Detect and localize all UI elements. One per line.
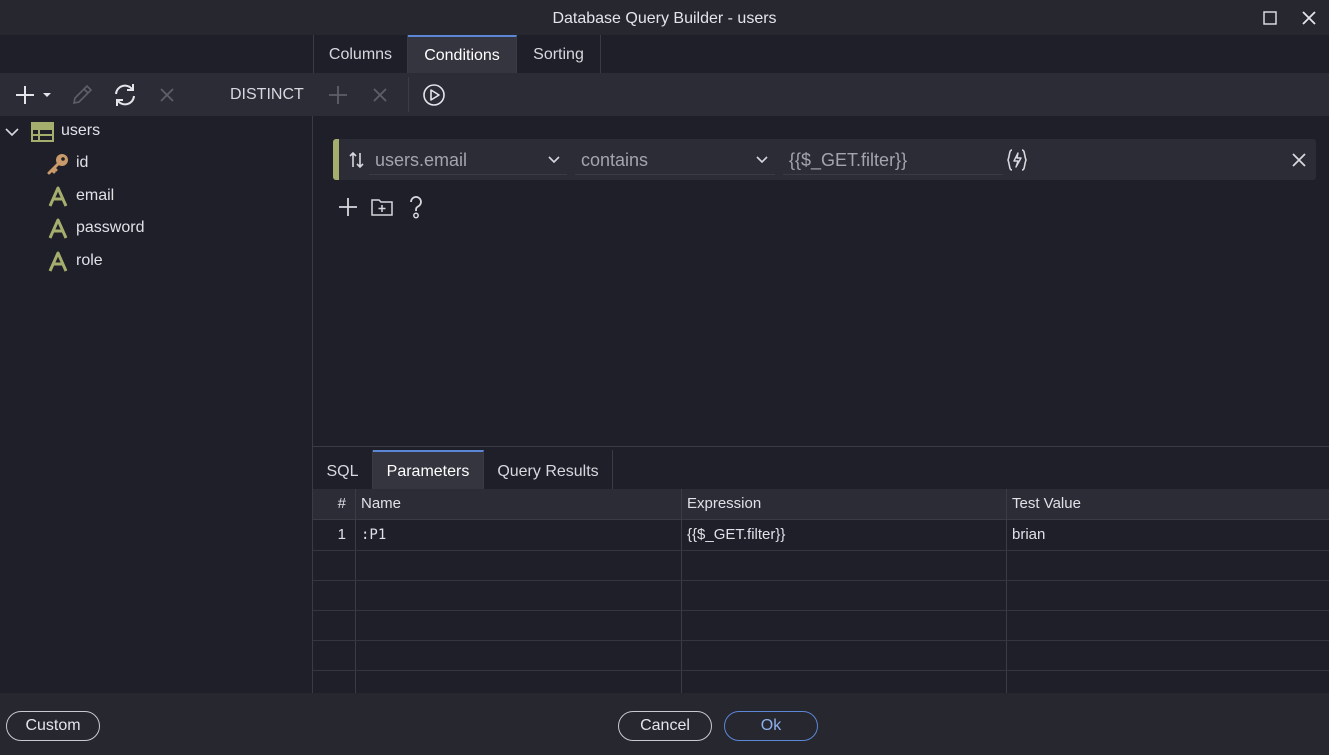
tree-column-role[interactable]: role: [0, 246, 313, 278]
condition-row[interactable]: users.email contains {{$_GET.filter}}: [333, 139, 1316, 180]
delete-condition-toolbar-button[interactable]: [367, 81, 393, 109]
dialog-footer: Custom Cancel Ok: [0, 693, 1329, 755]
row-divider: [313, 640, 1329, 641]
condition-column-value: users.email: [375, 150, 468, 170]
dynamic-data-icon: [1007, 149, 1027, 171]
header-expression: Expression: [687, 495, 762, 512]
parameters-table: # Name Expression Test Value 1 :P1 {{$_G…: [313, 489, 1329, 693]
bottom-tabs: SQL Parameters Query Results: [313, 446, 1329, 490]
conditions-panel: users.email contains {{$_GET.filter}}: [313, 116, 1329, 446]
distinct-toggle[interactable]: DISTINCT: [230, 73, 304, 116]
header-index: #: [337, 495, 346, 512]
close-button[interactable]: [1297, 6, 1321, 30]
tree-table-label: users: [61, 122, 101, 139]
plus-icon: [16, 86, 51, 104]
tree-column-label: id: [76, 154, 89, 171]
tree-column-id[interactable]: id: [0, 148, 313, 180]
row-divider: [313, 610, 1329, 611]
tab-conditions[interactable]: Conditions: [408, 35, 517, 73]
header-test-value: Test Value: [1012, 495, 1081, 512]
maximize-icon: [1263, 11, 1277, 25]
condition-operator-select[interactable]: contains: [575, 143, 775, 175]
chevron-down-icon: [548, 156, 560, 164]
help-icon[interactable]: [405, 194, 427, 220]
condition-operator-value: contains: [581, 150, 649, 170]
tree-column-email[interactable]: email: [0, 181, 313, 213]
refresh-icon: [115, 84, 135, 106]
drag-handle-icon: [349, 151, 364, 169]
condition-column-select[interactable]: users.email: [369, 143, 567, 175]
row-divider: [313, 580, 1329, 581]
window-title: Database Query Builder - users: [552, 10, 777, 27]
add-condition-icon[interactable]: [337, 196, 359, 218]
tree-column-label: password: [76, 219, 145, 236]
pencil-icon: [72, 84, 93, 105]
row-divider: [313, 550, 1329, 551]
chevron-down-icon: [43, 93, 51, 97]
tree-column-label: role: [76, 252, 103, 269]
plus-icon: [329, 86, 347, 104]
tab-sql[interactable]: SQL: [313, 450, 373, 490]
remove-button[interactable]: [154, 81, 180, 109]
tree-table-node[interactable]: users: [0, 116, 313, 148]
row-divider: [313, 670, 1329, 671]
column-divider: [1006, 489, 1007, 693]
title-bar: Database Query Builder - users: [0, 0, 1329, 35]
cancel-button[interactable]: Cancel: [618, 711, 712, 741]
text-type-icon: [48, 251, 68, 272]
maximize-button[interactable]: [1258, 6, 1282, 30]
row-index: 1: [337, 526, 346, 543]
tree-column-label: email: [76, 187, 115, 204]
add-dropdown-button[interactable]: [12, 81, 56, 109]
key-icon: [47, 154, 68, 175]
schema-tree: users id email password role: [0, 116, 313, 693]
header-name: Name: [361, 495, 402, 512]
run-query-button[interactable]: [420, 81, 448, 109]
top-tabs: Columns Conditions Sorting: [313, 35, 1329, 73]
play-circle-icon: [423, 84, 445, 106]
close-icon: [160, 88, 174, 102]
table-icon: [31, 122, 54, 142]
condition-value-input[interactable]: {{$_GET.filter}}: [783, 143, 1003, 175]
toolbar: DISTINCT: [0, 73, 1329, 116]
chevron-down-icon: [5, 128, 19, 137]
tab-sorting[interactable]: Sorting: [517, 35, 601, 73]
tree-header: [0, 35, 313, 73]
row-expression[interactable]: {{$_GET.filter}}: [682, 520, 1007, 550]
custom-button[interactable]: Custom: [6, 711, 100, 741]
tab-query-results[interactable]: Query Results: [484, 450, 613, 490]
add-condition-toolbar-button[interactable]: [325, 81, 351, 109]
tab-parameters[interactable]: Parameters: [373, 450, 484, 490]
column-divider: [681, 489, 682, 693]
ok-button[interactable]: Ok: [724, 711, 818, 741]
add-group-icon[interactable]: [370, 196, 394, 218]
column-divider: [355, 489, 356, 693]
edit-button[interactable]: [68, 81, 96, 109]
condition-value-text: {{$_GET.filter}}: [789, 150, 908, 170]
remove-condition-icon: [1292, 153, 1306, 167]
chevron-down-icon: [756, 156, 768, 164]
toolbar-separator: [408, 77, 409, 112]
close-icon: [373, 88, 387, 102]
text-type-icon: [48, 218, 68, 239]
refresh-button[interactable]: [110, 81, 140, 109]
row-test-value[interactable]: brian: [1007, 520, 1329, 550]
row-name[interactable]: :P1: [356, 520, 682, 550]
table-header: # Name Expression Test Value: [313, 489, 1329, 520]
tab-columns[interactable]: Columns: [314, 35, 408, 73]
tree-column-password[interactable]: password: [0, 213, 313, 245]
text-type-icon: [48, 186, 68, 207]
close-icon: [1302, 11, 1316, 25]
